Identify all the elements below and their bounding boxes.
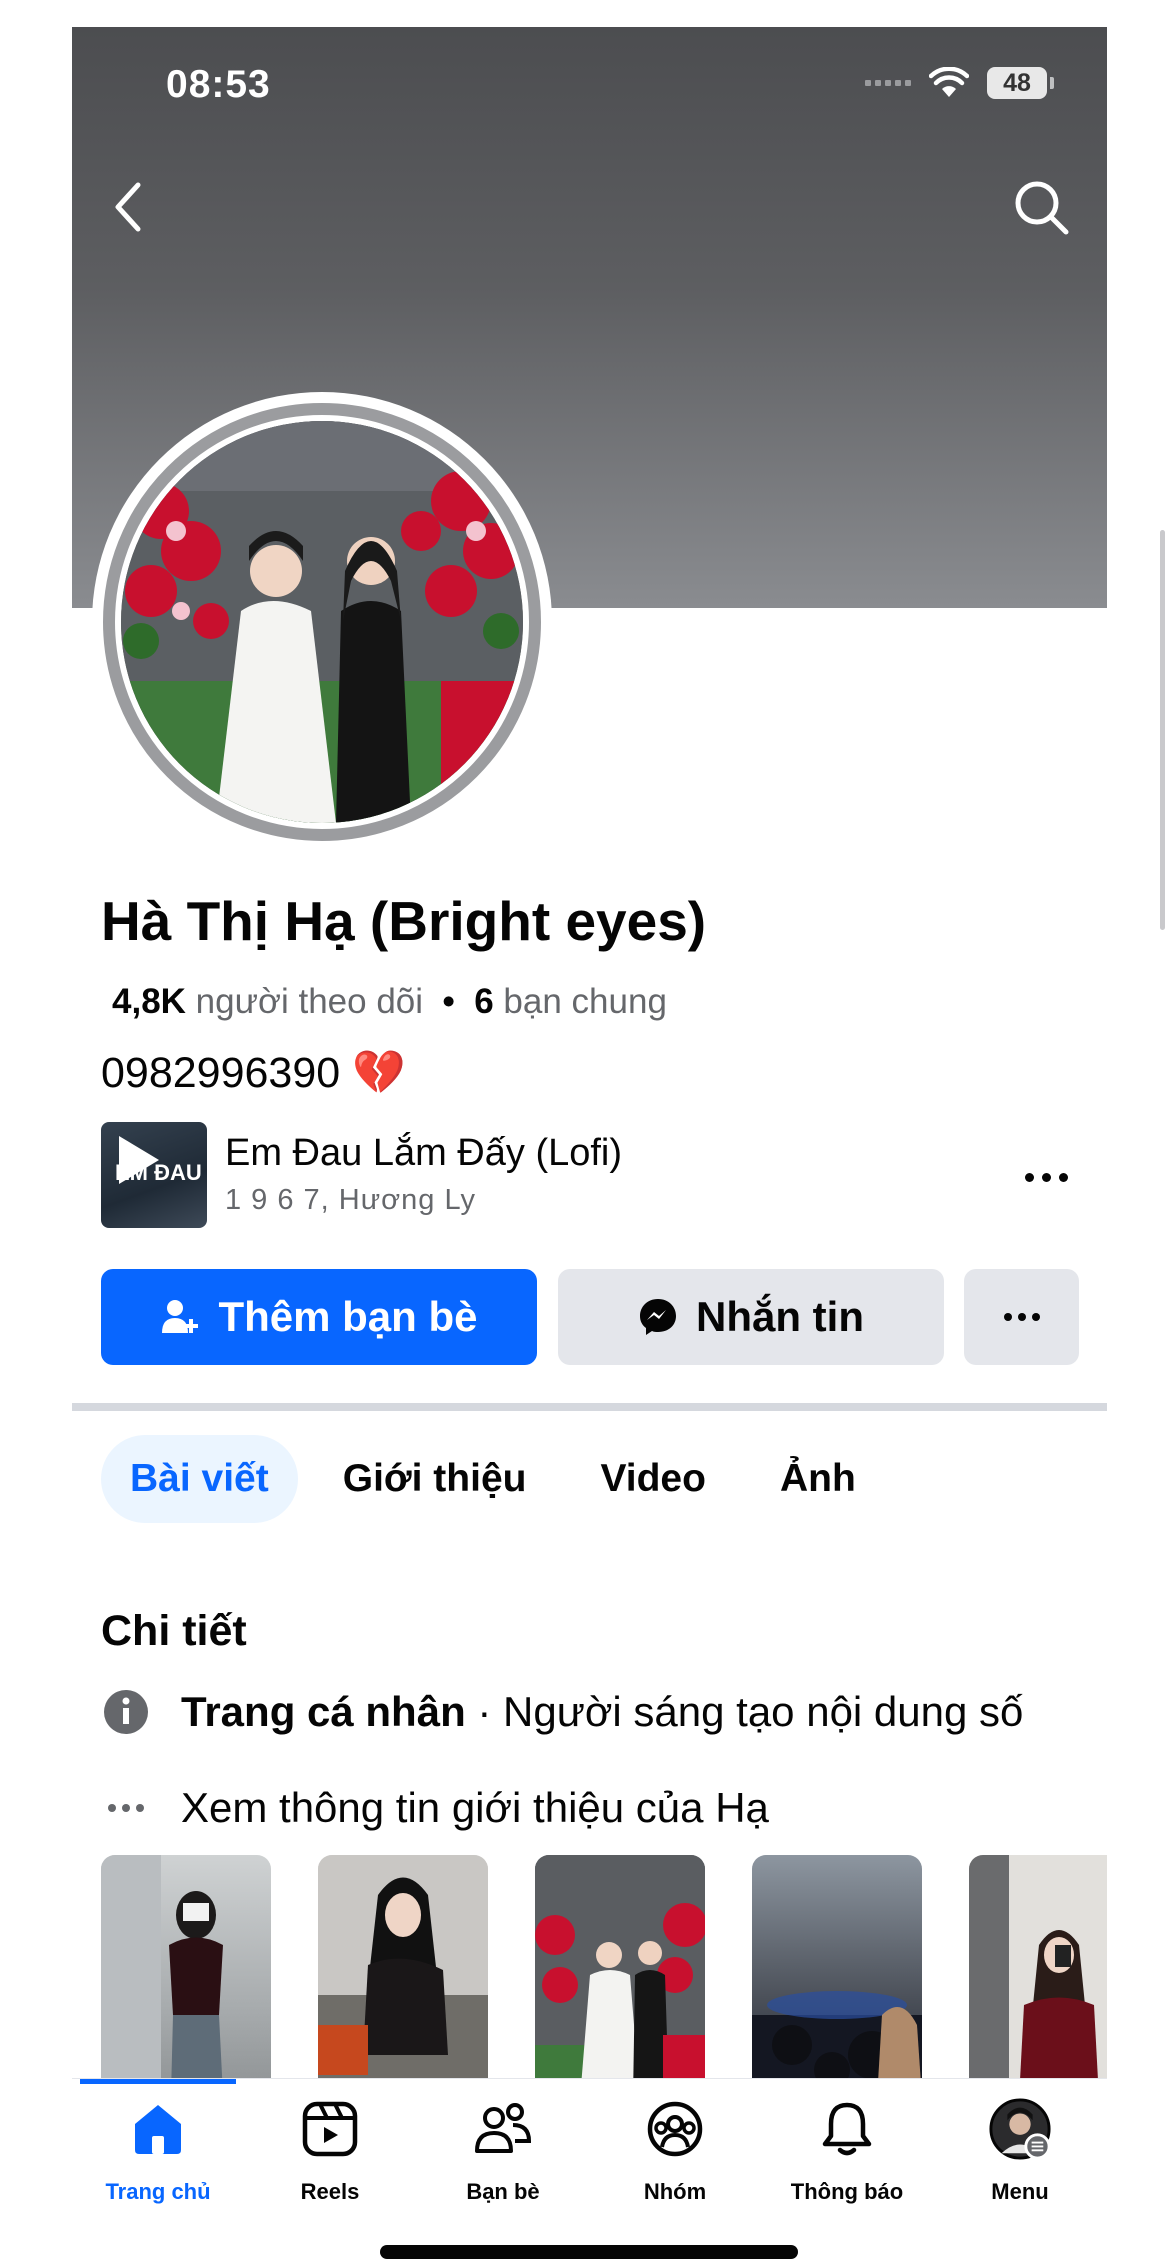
more-actions-button[interactable] <box>964 1269 1079 1365</box>
see-about-link[interactable]: Xem thông tin giới thiệu của Hạ <box>181 1784 769 1832</box>
nav-groups[interactable]: Nhóm <box>589 2079 761 2229</box>
featured-photo[interactable] <box>752 1855 922 2099</box>
featured-photo-image <box>101 1855 223 2099</box>
nav-home[interactable]: Trang chủ <box>72 2079 244 2229</box>
battery-icon: 48 <box>987 67 1054 99</box>
featured-photo-image <box>969 1855 1099 2099</box>
info-icon <box>101 1687 151 1737</box>
featured-photo-image <box>752 1991 922 2099</box>
page-type-value: · Người sáng tạo nội dung số <box>465 1688 1024 1735</box>
status-time: 08:53 <box>166 63 271 106</box>
search-icon <box>1015 181 1069 235</box>
wifi-icon <box>929 67 969 97</box>
nav-friends[interactable]: Bạn bè <box>417 2079 589 2229</box>
status-icons: 48 <box>865 67 1054 99</box>
chevron-left-icon <box>115 182 141 232</box>
nav-reels[interactable]: Reels <box>244 2079 416 2229</box>
friends-icon <box>471 2097 535 2161</box>
avatar-photo <box>121 421 523 823</box>
broken-heart-emoji: 💔 <box>352 1049 406 1097</box>
more-horizontal-icon <box>1003 1313 1040 1321</box>
home-indicator[interactable] <box>380 2245 798 2259</box>
detail-page-type: Trang cá nhân · Người sáng tạo nội dung … <box>101 1687 1023 1737</box>
music-thumbnail[interactable]: EM ĐAU <box>101 1122 207 1228</box>
featured-photo[interactable] <box>969 1855 1107 2099</box>
back-button[interactable] <box>108 177 148 237</box>
tab-video[interactable]: Video <box>571 1435 734 1523</box>
avatar-image <box>121 421 523 823</box>
profile-music[interactable]: EM ĐAU Em Đau Lắm Đấy (Lofi) 1 9 6 7, Hư… <box>101 1122 1081 1230</box>
page-type-label: Trang cá nhân <box>181 1688 466 1735</box>
bell-icon <box>815 2097 879 2161</box>
music-artist: 1 9 6 7, Hương Ly <box>225 1184 477 1216</box>
more-dots-icon <box>101 1783 151 1833</box>
nav-groups-label: Nhóm <box>643 2179 707 2204</box>
story-ring <box>103 403 541 841</box>
featured-photo[interactable] <box>535 1855 705 2099</box>
detail-see-about[interactable]: Xem thông tin giới thiệu của Hạ <box>101 1783 769 1833</box>
section-divider <box>72 1403 1107 1411</box>
profile-name: Hà Thị Hạ (Bright eyes) <box>101 890 707 952</box>
featured-photos <box>101 1855 1107 2099</box>
message-label: Nhắn tin <box>696 1293 864 1340</box>
featured-photo-image <box>318 1855 488 2099</box>
nav-menu[interactable]: Menu <box>934 2079 1106 2229</box>
add-friend-icon <box>162 1300 199 1333</box>
mutual-friends-label[interactable]: bạn chung <box>503 982 666 1021</box>
bio-text: 0982996390 <box>101 1048 341 1097</box>
tab-photos[interactable]: Ảnh <box>751 1435 885 1523</box>
mutual-friends-count[interactable]: 6 <box>474 982 493 1021</box>
featured-photo[interactable] <box>318 1855 488 2099</box>
tab-posts[interactable]: Bài viết <box>101 1435 298 1523</box>
featured-photo[interactable] <box>101 1855 271 2099</box>
message-button[interactable]: Nhắn tin <box>558 1269 944 1365</box>
featured-photo-image <box>535 1855 705 2099</box>
scrollbar[interactable] <box>1160 530 1165 930</box>
groups-icon <box>643 2097 707 2161</box>
music-thumb-text: EM ĐAU <box>115 1160 202 1185</box>
messenger-icon <box>640 1299 676 1335</box>
nav-reels-label: Reels <box>300 2179 360 2204</box>
music-more-button[interactable] <box>1011 1152 1081 1202</box>
tab-about[interactable]: Giới thiệu <box>314 1435 556 1523</box>
stats-separator: • <box>442 982 455 1021</box>
profile-avatar[interactable] <box>92 392 552 852</box>
profile-actions: Thêm bạn bè Nhắn tin <box>101 1269 1079 1365</box>
search-button[interactable] <box>1011 177 1071 237</box>
profile-screen: 08:53 48 Hà Thị Hạ (Bright eyes) 4,8K ng… <box>72 27 1107 2268</box>
menu-avatar-icon <box>988 2097 1052 2161</box>
signal-icon <box>865 80 911 86</box>
nav-home-label: Trang chủ <box>105 2179 211 2204</box>
music-title: Em Đau Lắm Đấy (Lofi) <box>225 1132 623 1174</box>
followers-label[interactable]: người theo dõi <box>196 982 423 1021</box>
profile-stats: 4,8K người theo dõi • 6 bạn chung <box>112 982 667 1022</box>
add-friend-button[interactable]: Thêm bạn bè <box>101 1269 537 1365</box>
nav-friends-label: Bạn bè <box>466 2179 540 2204</box>
nav-menu-label: Menu <box>991 2179 1049 2204</box>
profile-tabs: Bài viết Giới thiệu Video Ảnh <box>101 1435 901 1523</box>
reels-icon <box>298 2097 362 2161</box>
home-icon <box>126 2097 190 2161</box>
add-friend-label: Thêm bạn bè <box>218 1293 478 1340</box>
details-title: Chi tiết <box>101 1607 247 1655</box>
profile-bio: 0982996390 💔 <box>101 1048 406 1098</box>
nav-notifications-label: Thông báo <box>790 2179 904 2204</box>
followers-count[interactable]: 4,8K <box>112 982 186 1021</box>
bottom-navigation: Trang chủ Reels Bạn bè Nhóm Thông báo Me… <box>72 2078 1107 2229</box>
nav-notifications[interactable]: Thông báo <box>761 2079 933 2229</box>
